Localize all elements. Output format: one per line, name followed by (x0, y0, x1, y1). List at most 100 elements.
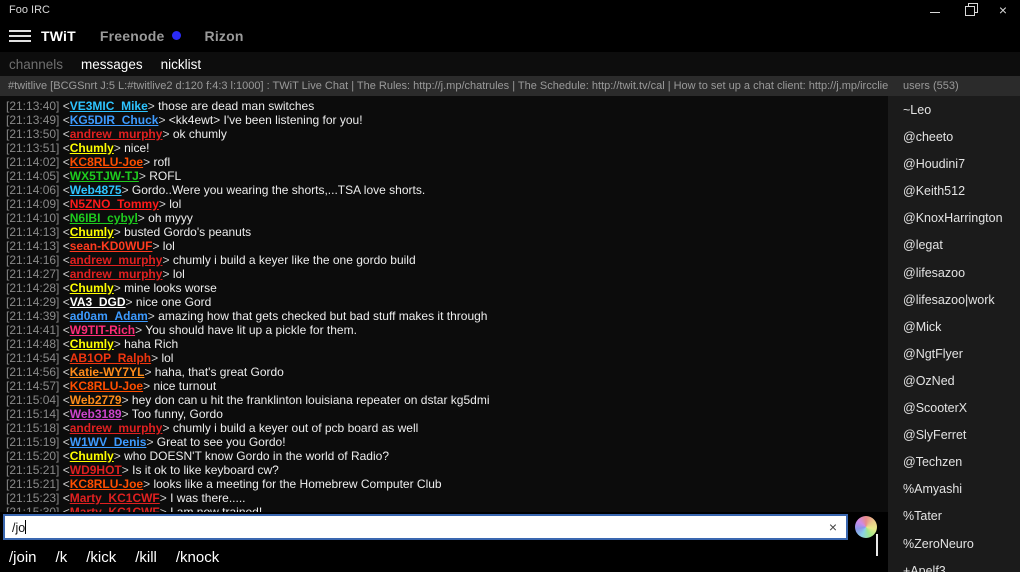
chat-message: [21:14:41] <W9TIT-Rich> You should have … (6, 323, 888, 337)
nick-link[interactable]: VA3_DGD (70, 295, 126, 309)
user-list-item[interactable]: @Keith512 (888, 178, 1020, 205)
subtab-nicklist[interactable]: nicklist (161, 57, 202, 72)
nick-link[interactable]: N6IBI_cybyl (70, 211, 138, 225)
nick-link[interactable]: Web2779 (70, 393, 122, 407)
scrollbar-thumb[interactable] (876, 534, 878, 556)
chat-message: [21:14:28] <Chumly> mine looks worse (6, 281, 888, 295)
chat-message: [21:14:02] <KC8RLU-Joe> rofl (6, 155, 888, 169)
nick-link[interactable]: VE3MIC_Mike (70, 99, 148, 113)
timestamp: [21:14:06] (6, 183, 59, 197)
nick-link[interactable]: Marty_KC1CWF (70, 505, 160, 512)
user-list-item[interactable]: @lifesazoo|work (888, 287, 1020, 314)
nick-link[interactable]: andrew_murphy (70, 253, 163, 267)
nick-link[interactable]: KC8RLU-Joe (70, 155, 143, 169)
command-suggestion-bar: /join/k/kick/kill/knock (0, 542, 888, 572)
nick-link[interactable]: WD9HOT (70, 463, 122, 477)
nick-link[interactable]: KC8RLU-Joe (70, 477, 143, 491)
tab-twit[interactable]: TWiT (41, 28, 76, 44)
timestamp: [21:14:57] (6, 379, 59, 393)
tab-rizon[interactable]: Rizon (205, 28, 244, 44)
chat-message: [21:15:18] <andrew_murphy> chumly i buil… (6, 421, 888, 435)
nick-link[interactable]: Marty_KC1CWF (70, 491, 160, 505)
timestamp: [21:14:54] (6, 351, 59, 365)
user-list-item[interactable]: ~Leo (888, 97, 1020, 124)
timestamp: [21:14:39] (6, 309, 59, 323)
user-list-item[interactable]: @KnoxHarrington (888, 205, 1020, 232)
nick-link[interactable]: Chumly (70, 337, 114, 351)
chat-log: [21:13:40] <VE3MIC_Mike> those are dead … (0, 96, 888, 512)
minimize-button[interactable] (918, 0, 952, 20)
nick-link[interactable]: N5ZNO_Tommy (70, 197, 159, 211)
timestamp: [21:13:50] (6, 127, 59, 141)
message-text: busted Gordo's peanuts (124, 225, 251, 239)
hamburger-menu-icon[interactable] (9, 27, 31, 45)
nick-link[interactable]: KG5DIR_Chuck (70, 113, 159, 127)
user-list-item[interactable]: @legat (888, 232, 1020, 259)
user-list-item[interactable]: +Apelf3 (888, 558, 1020, 572)
user-list-item[interactable]: @Mick (888, 314, 1020, 341)
nick-link[interactable]: ad0am_Adam (70, 309, 148, 323)
tab-freenode[interactable]: Freenode (100, 28, 181, 44)
nick-link[interactable]: W9TIT-Rich (70, 323, 135, 337)
user-list-item[interactable]: @OzNed (888, 368, 1020, 395)
user-list-item[interactable]: %ZeroNeuro (888, 531, 1020, 558)
channel-topic: #twitlive [BCGSnrt J:5 L:#twitlive2 d:12… (0, 80, 888, 92)
nick-link[interactable]: andrew_murphy (70, 127, 163, 141)
timestamp: [21:14:10] (6, 211, 59, 225)
message-text: Is it ok to like keyboard cw? (132, 463, 279, 477)
close-button[interactable]: × (986, 0, 1020, 20)
chat-message: [21:14:10] <N6IBI_cybyl> oh myyy (6, 211, 888, 225)
nick-link[interactable]: KC8RLU-Joe (70, 379, 143, 393)
user-list-item[interactable]: @SlyFerret (888, 422, 1020, 449)
command-suggestion[interactable]: /kill (135, 549, 157, 566)
nick-link[interactable]: Web3189 (70, 407, 122, 421)
user-list-item[interactable]: @Techzen (888, 449, 1020, 476)
nick-link[interactable]: Chumly (70, 225, 114, 239)
timestamp: [21:14:13] (6, 225, 59, 239)
timestamp: [21:13:51] (6, 141, 59, 155)
nick-link[interactable]: sean-KD0WUF (70, 239, 153, 253)
message-text: <kk4ewt> I've been listening for you! (169, 113, 363, 127)
user-list-item[interactable]: @ScooterX (888, 395, 1020, 422)
user-list-item[interactable]: @cheeto (888, 124, 1020, 151)
nick-link[interactable]: W1WV_Denis (70, 435, 147, 449)
subtab-messages[interactable]: messages (81, 57, 143, 72)
message-text: Too funny, Gordo (132, 407, 223, 421)
chat-panel: [21:13:40] <VE3MIC_Mike> those are dead … (0, 96, 888, 572)
timestamp: [21:14:16] (6, 253, 59, 267)
user-list-item[interactable]: @Houdini7 (888, 151, 1020, 178)
subtab-channels[interactable]: channels (9, 57, 63, 72)
nick-link[interactable]: WX5TJW-TJ (70, 169, 139, 183)
command-suggestion[interactable]: /join (9, 549, 37, 566)
chat-message: [21:14:57] <KC8RLU-Joe> nice turnout (6, 379, 888, 393)
clear-input-icon[interactable]: × (820, 519, 846, 535)
user-list-item[interactable]: @lifesazoo (888, 260, 1020, 287)
message-text: Gordo..Were you wearing the shorts,...TS… (132, 183, 425, 197)
nick-link[interactable]: andrew_murphy (70, 267, 163, 281)
message-text: You should have lit up a pickle for them… (145, 323, 357, 337)
command-suggestion[interactable]: /knock (176, 549, 219, 566)
nick-link[interactable]: Katie-WY7YL (70, 365, 145, 379)
nick-link[interactable]: andrew_murphy (70, 421, 163, 435)
command-suggestion[interactable]: /k (56, 549, 68, 566)
message-text: ROFL (149, 169, 181, 183)
chat-message: [21:13:50] <andrew_murphy> ok chumly (6, 127, 888, 141)
user-list-item[interactable]: %Amyashi (888, 476, 1020, 503)
nick-link[interactable]: Chumly (70, 281, 114, 295)
command-suggestion[interactable]: /kick (86, 549, 116, 566)
message-text: I am now trained! (170, 505, 262, 512)
user-list-item[interactable]: %Tater (888, 503, 1020, 530)
nick-link[interactable]: Web4875 (70, 183, 122, 197)
nick-link[interactable]: Chumly (70, 141, 114, 155)
timestamp: [21:14:48] (6, 337, 59, 351)
title-bar: Foo IRC × (0, 0, 1020, 20)
restore-button[interactable] (952, 0, 986, 20)
message-input[interactable]: /jo × (3, 514, 848, 540)
timestamp: [21:15:20] (6, 449, 59, 463)
nick-link[interactable]: Chumly (70, 449, 114, 463)
chat-message: [21:15:14] <Web3189> Too funny, Gordo (6, 407, 888, 421)
user-list-item[interactable]: @NgtFlyer (888, 341, 1020, 368)
nick-link[interactable]: AB1OP_Ralph (70, 351, 151, 365)
emoji-picker-icon[interactable] (855, 516, 877, 538)
notification-dot (172, 31, 181, 40)
